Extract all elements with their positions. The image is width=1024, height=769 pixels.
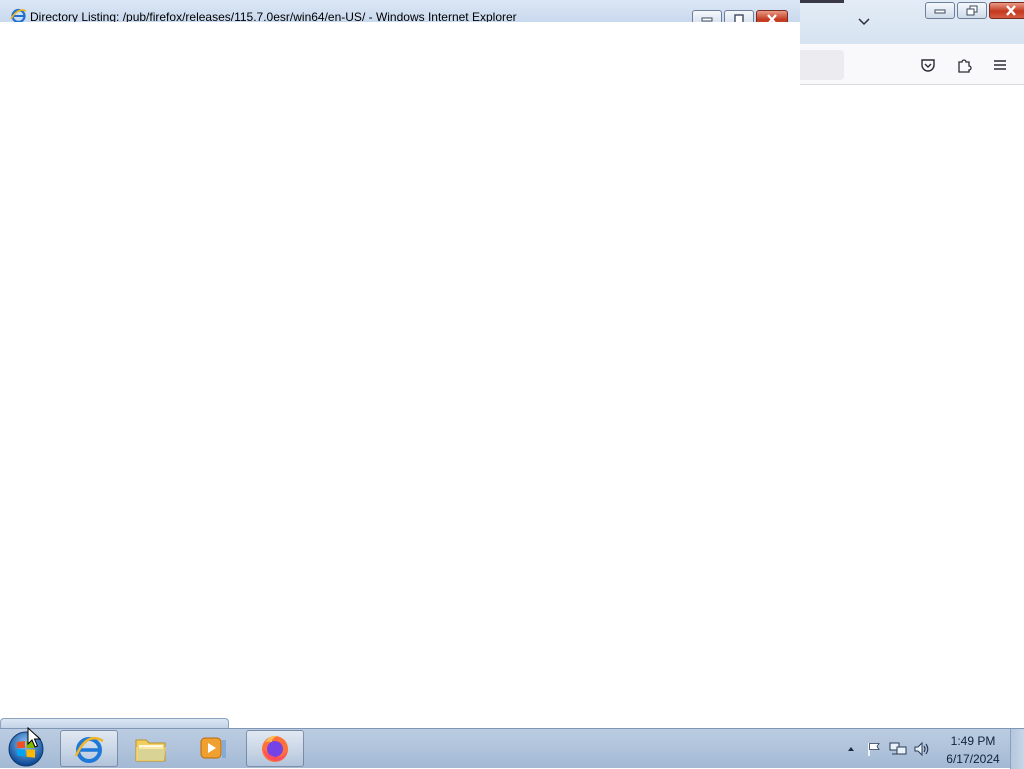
network-button[interactable]	[886, 729, 910, 769]
application-menu-button[interactable]	[987, 52, 1013, 78]
close-button[interactable]	[989, 2, 1024, 19]
clock[interactable]: 1:49 PM 6/17/2024	[940, 733, 1006, 767]
firefox-caption-buttons	[925, 2, 1024, 19]
chevron-down-icon	[858, 18, 870, 26]
show-desktop-button[interactable]	[1010, 729, 1024, 769]
show-hidden-icons-button[interactable]	[844, 729, 858, 769]
system-tray	[844, 729, 934, 769]
firefox-icon	[262, 735, 288, 762]
restore-button[interactable]	[957, 2, 987, 19]
flag-icon	[868, 743, 880, 756]
restore-icon	[966, 5, 978, 16]
media-player-icon	[200, 737, 226, 758]
extensions-icon	[958, 59, 972, 73]
taskbar-windows-media-player[interactable]	[184, 730, 242, 767]
internet-explorer-window: Directory Listing: /pub/firefox/releases…	[0, 0, 800, 728]
speaker-icon	[914, 741, 929, 757]
ie-titlebar[interactable]: Directory Listing: /pub/firefox/releases…	[0, 0, 800, 28]
taskbar: 1:49 PM 6/17/2024	[0, 728, 1024, 769]
pocket-icon	[921, 58, 935, 72]
chevron-up-icon	[848, 747, 854, 751]
mouse-cursor-icon	[27, 727, 41, 748]
extensions-button[interactable]	[951, 52, 977, 78]
network-icon	[889, 742, 907, 755]
minimize-icon	[934, 9, 946, 13]
taskbar-internet-explorer[interactable]	[60, 730, 118, 767]
url-bar[interactable]	[800, 50, 844, 80]
taskbar-firefox[interactable]	[246, 730, 304, 767]
clock-time: 1:49 PM	[950, 734, 996, 748]
menu-icon	[994, 60, 1006, 70]
action-center-button[interactable]	[862, 729, 886, 769]
taskbar-windows-explorer[interactable]	[122, 730, 180, 767]
folder-icon	[135, 739, 166, 761]
save-to-pocket-button[interactable]	[915, 52, 941, 78]
minimize-button[interactable]	[925, 2, 955, 19]
ie-content-area[interactable]	[0, 22, 800, 728]
close-icon	[1006, 5, 1016, 16]
volume-button[interactable]	[910, 729, 934, 769]
clock-date: 6/17/2024	[946, 752, 1000, 766]
list-all-tabs-button[interactable]	[852, 12, 876, 32]
internet-explorer-icon	[74, 736, 104, 763]
